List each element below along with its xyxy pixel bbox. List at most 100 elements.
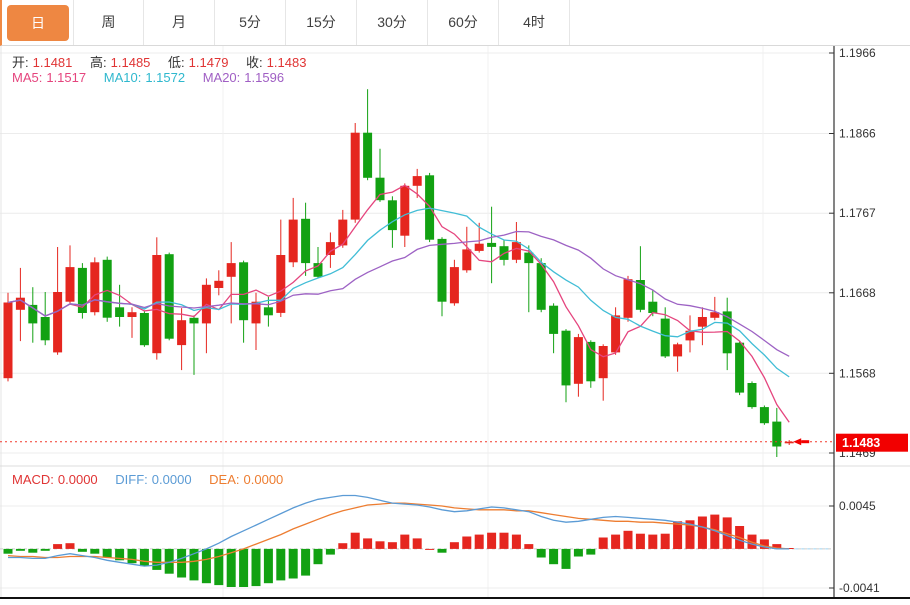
- last-price-arrow-tail: [801, 440, 809, 443]
- macd-histogram-bar: [239, 549, 248, 587]
- candlestick-chart-svg[interactable]: 1.19661.18661.17671.16681.15681.14690.00…: [0, 46, 910, 605]
- macd-histogram-bar: [66, 543, 75, 549]
- candle-body: [475, 244, 484, 251]
- dea-value: 0.0000: [244, 472, 284, 487]
- macd-histogram-bar: [462, 537, 471, 549]
- last-price-arrow-icon: [793, 438, 801, 445]
- price-tick-label: 1.1767: [839, 206, 876, 220]
- candle-body: [413, 176, 422, 186]
- candle-body: [487, 243, 496, 247]
- dea-label: DEA:: [209, 472, 239, 487]
- tab-4hour[interactable]: 4时: [499, 0, 570, 45]
- candle-body: [363, 133, 372, 178]
- macd-histogram-bar: [326, 549, 335, 555]
- macd-histogram-bar: [487, 533, 496, 549]
- macd-histogram-bar: [574, 549, 583, 557]
- ma10-label: MA10:: [104, 70, 142, 85]
- macd-tick-label: -0.0041: [839, 581, 880, 595]
- ma20-value: 1.1596: [244, 70, 284, 85]
- ma5-label: MA5:: [12, 70, 42, 85]
- candle-body: [400, 186, 409, 236]
- price-tick-label: 1.1866: [839, 127, 876, 141]
- macd-tick-label: 0.0045: [839, 499, 876, 513]
- high-value: 1.1485: [111, 55, 151, 70]
- candle-body: [351, 133, 360, 220]
- candle-body: [760, 407, 769, 423]
- macd-histogram-bar: [289, 549, 298, 579]
- candle-body: [661, 319, 670, 357]
- candle-body: [326, 242, 335, 255]
- timeframe-tabbar: 日 周 月 5分 15分 30分 60分 4时: [0, 0, 910, 46]
- close-value: 1.1483: [267, 55, 307, 70]
- tab-30min[interactable]: 30分: [357, 0, 428, 45]
- candle-body: [338, 220, 347, 246]
- ma20-label: MA20:: [203, 70, 241, 85]
- candle-body: [648, 302, 657, 313]
- candle-body: [177, 320, 186, 345]
- tab-60min[interactable]: 60分: [428, 0, 499, 45]
- low-value: 1.1479: [189, 55, 229, 70]
- macd-histogram-bar: [599, 538, 608, 549]
- candle-body: [90, 262, 99, 312]
- candle-body: [190, 318, 199, 324]
- macd-histogram-bar: [152, 549, 161, 570]
- macd-histogram-bar: [140, 549, 149, 566]
- candle-body: [53, 292, 62, 352]
- candle-body: [574, 337, 583, 384]
- ohlc-readout: 开:1.1481 高:1.1485 低:1.1479 收:1.1483: [12, 52, 310, 71]
- macd-histogram-bar: [524, 544, 533, 549]
- tab-15min[interactable]: 15分: [286, 0, 357, 45]
- candle-body: [115, 307, 124, 317]
- macd-histogram-bar: [586, 549, 595, 555]
- ma5-value: 1.1517: [46, 70, 86, 85]
- candle-body: [549, 306, 558, 334]
- macd-histogram-bar: [276, 549, 285, 581]
- macd-histogram-bar: [400, 535, 409, 549]
- high-label: 高:: [90, 55, 107, 70]
- macd-histogram-bar: [103, 549, 112, 558]
- macd-readout: MACD:0.0000 DIFF:0.0000 DEA:0.0000: [12, 472, 287, 487]
- tab-month[interactable]: 月: [144, 0, 215, 45]
- macd-histogram-bar: [673, 521, 682, 549]
- macd-histogram-bar: [28, 549, 37, 553]
- macd-histogram-bar: [363, 538, 372, 549]
- macd-histogram-bar: [661, 534, 670, 549]
- ma-readout: MA5:1.1517 MA10:1.1572 MA20:1.1596: [12, 70, 288, 85]
- macd-histogram-bar: [648, 535, 657, 549]
- candle-body: [239, 262, 248, 320]
- macd-histogram-bar: [413, 538, 422, 549]
- tab-week[interactable]: 周: [73, 0, 144, 45]
- candle-body: [301, 219, 310, 263]
- candle-body: [252, 302, 261, 324]
- macd-histogram-bar: [351, 533, 360, 549]
- macd-histogram-bar: [636, 534, 645, 549]
- macd-histogram-bar: [90, 549, 99, 554]
- diff-label: DIFF:: [115, 472, 148, 487]
- open-value: 1.1481: [33, 55, 73, 70]
- candle-body: [450, 267, 459, 303]
- macd-histogram-bar: [698, 517, 707, 549]
- candle-body: [289, 220, 298, 263]
- tab-5min[interactable]: 5分: [215, 0, 286, 45]
- macd-histogram-bar: [264, 549, 273, 583]
- candle-body: [624, 279, 633, 318]
- candle-body: [673, 344, 682, 356]
- macd-histogram-bar: [214, 549, 223, 585]
- tab-day[interactable]: 日: [7, 5, 69, 41]
- macd-histogram-bar: [128, 549, 137, 563]
- price-tick-label: 1.1568: [839, 366, 876, 380]
- candle-body: [723, 311, 732, 353]
- diff-value: 0.0000: [152, 472, 192, 487]
- dea-line: [8, 503, 789, 562]
- macd-histogram-bar: [438, 549, 447, 553]
- candle-body: [4, 303, 13, 379]
- macd-histogram-bar: [549, 549, 558, 564]
- candle-body: [537, 263, 546, 310]
- candle-body: [636, 280, 645, 310]
- macd-histogram-bar: [450, 542, 459, 549]
- macd-histogram-bar: [227, 549, 236, 587]
- macd-histogram-bar: [4, 549, 13, 554]
- candle-body: [214, 281, 223, 288]
- macd-histogram-bar: [16, 549, 25, 551]
- candle-body: [748, 383, 757, 407]
